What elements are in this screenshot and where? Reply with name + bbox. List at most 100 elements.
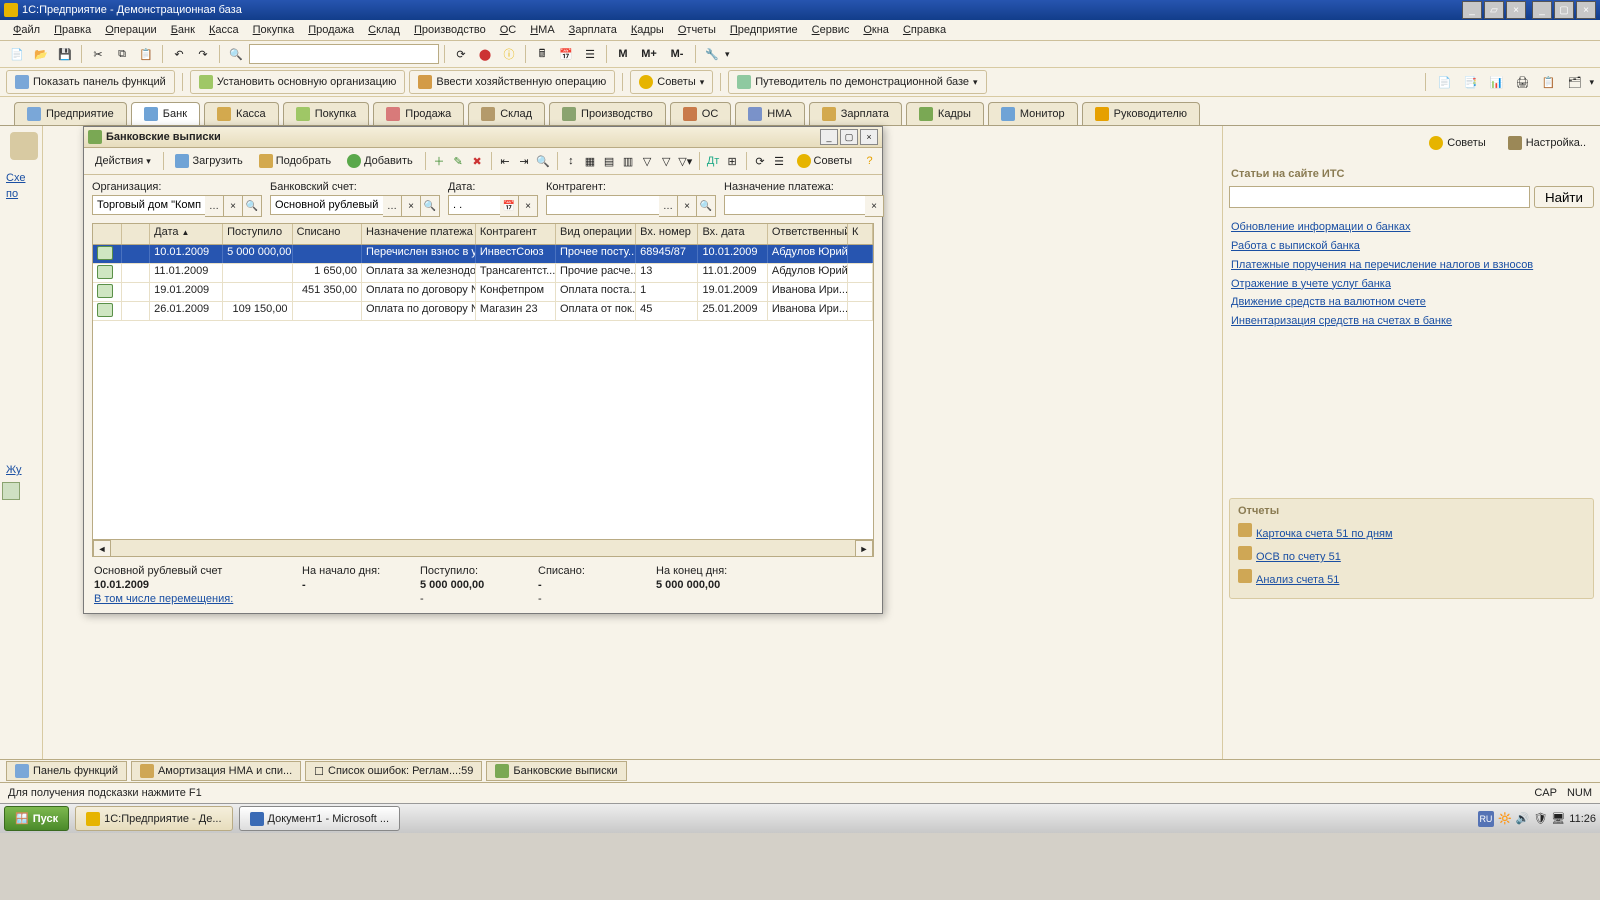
- col-4[interactable]: Списано: [293, 224, 362, 244]
- window-minimize-icon[interactable]: _: [1532, 1, 1552, 19]
- tab-зарплата[interactable]: Зарплата: [809, 102, 902, 125]
- struct-icon[interactable]: ⊞: [724, 150, 741, 172]
- pick-button[interactable]: Подобрать: [252, 150, 338, 172]
- enter-operation-button[interactable]: Ввести хозяйственную операцию: [409, 70, 615, 94]
- tab-касса[interactable]: Касса: [204, 102, 279, 125]
- menu-отчеты[interactable]: Отчеты: [671, 22, 723, 38]
- funnel2-icon[interactable]: ▽: [658, 150, 675, 172]
- actions-button[interactable]: Действия ▾: [88, 150, 158, 172]
- window-close-icon[interactable]: ×: [1576, 1, 1596, 19]
- add-button[interactable]: Добавить: [340, 150, 420, 172]
- tab-покупка[interactable]: Покупка: [283, 102, 370, 125]
- menu-операции[interactable]: Операции: [98, 22, 163, 38]
- purp-clear-icon[interactable]: ×: [865, 195, 884, 217]
- table-row[interactable]: 26.01.2009109 150,00Оплата по договору №…: [93, 302, 873, 321]
- quick5-icon[interactable]: 📋: [1537, 71, 1559, 93]
- tab-монитор[interactable]: Монитор: [988, 102, 1078, 125]
- tab-ос[interactable]: ОС: [670, 102, 732, 125]
- contr-input[interactable]: [546, 195, 659, 215]
- col-5[interactable]: Назначение платежа: [362, 224, 476, 244]
- doctab-panel[interactable]: Панель функций: [6, 761, 127, 781]
- contr-dots-icon[interactable]: …: [659, 195, 678, 217]
- tab-продажа[interactable]: Продажа: [373, 102, 464, 125]
- open-icon[interactable]: 📂: [30, 43, 52, 65]
- set-org-button[interactable]: Установить основную организацию: [190, 70, 406, 94]
- paste-icon[interactable]: 📋: [135, 43, 157, 65]
- acc-dots-icon[interactable]: …: [383, 195, 402, 217]
- dt-icon[interactable]: Дт: [705, 150, 722, 172]
- menu-продажа[interactable]: Продажа: [301, 22, 361, 38]
- col-1[interactable]: [122, 224, 151, 244]
- doctab-amort[interactable]: Амортизация НМА и спи...: [131, 761, 301, 781]
- tab-склад[interactable]: Склад: [468, 102, 545, 125]
- col-11[interactable]: К: [848, 224, 873, 244]
- report-link-0[interactable]: Карточка счета 51 по дням: [1238, 523, 1585, 542]
- doctab-errors[interactable]: ☐Список ошибок: Реглам...:59: [305, 761, 482, 781]
- side-link-po[interactable]: по: [6, 188, 40, 200]
- tab-производство[interactable]: Производство: [549, 102, 666, 125]
- tray-clock[interactable]: 11:26: [1569, 813, 1596, 825]
- grid-body[interactable]: 10.01.20095 000 000,00Перечислен взнос в…: [93, 245, 873, 539]
- acc-input[interactable]: [270, 195, 383, 215]
- tab-предприятие[interactable]: Предприятие: [14, 102, 127, 125]
- inner-min-icon[interactable]: _: [1462, 1, 1482, 19]
- tool-icon[interactable]: 🔧: [701, 43, 723, 65]
- col-6[interactable]: Контрагент: [476, 224, 556, 244]
- its-link-4[interactable]: Движение средств на валютном счете: [1231, 295, 1592, 310]
- subwin-maximize-icon[interactable]: ▢: [840, 129, 858, 145]
- inner-restore-icon[interactable]: ▱: [1484, 1, 1504, 19]
- its-link-0[interactable]: Обновление информации о банках: [1231, 220, 1592, 235]
- scroll-right-icon[interactable]: ►: [855, 540, 873, 557]
- inner-close-icon[interactable]: ×: [1506, 1, 1526, 19]
- start-button[interactable]: 🪟 Пуск: [4, 806, 69, 831]
- task-1c[interactable]: 1С:Предприятие - Де...: [75, 806, 232, 831]
- memory-mplus[interactable]: M+: [636, 43, 662, 65]
- org-input[interactable]: [92, 195, 205, 215]
- col-3[interactable]: Поступило: [223, 224, 292, 244]
- subwin-help-icon[interactable]: ?: [861, 150, 878, 172]
- col-9[interactable]: Вх. дата: [698, 224, 767, 244]
- refresh-icon[interactable]: ⟳: [450, 43, 472, 65]
- filter2-icon[interactable]: ▤: [600, 150, 617, 172]
- purp-input[interactable]: [724, 195, 865, 215]
- subwin-close-icon[interactable]: ×: [860, 129, 878, 145]
- find-icon[interactable]: 🔍: [535, 150, 552, 172]
- tray-icon-4[interactable]: 🖥: [1551, 812, 1565, 825]
- save-icon[interactable]: 💾: [54, 43, 76, 65]
- doctab-bank[interactable]: Банковские выписки: [486, 761, 626, 781]
- load-button[interactable]: Загрузить: [168, 150, 249, 172]
- calendar-icon[interactable]: 📅: [555, 43, 577, 65]
- movements-link[interactable]: В том числе перемещения:: [94, 593, 294, 605]
- quick4-icon[interactable]: 🖨: [1511, 71, 1533, 93]
- side-link-journal[interactable]: Жу: [6, 464, 40, 476]
- col-0[interactable]: [93, 224, 122, 244]
- menu-покупка[interactable]: Покупка: [246, 22, 302, 38]
- col-8[interactable]: Вх. номер: [636, 224, 698, 244]
- tray-icon-1[interactable]: 🔆: [1498, 812, 1512, 825]
- quick2-icon[interactable]: 📑: [1459, 71, 1481, 93]
- sort-icon[interactable]: ↕: [562, 150, 579, 172]
- menu-предприятие[interactable]: Предприятие: [723, 22, 805, 38]
- menu-производство[interactable]: Производство: [407, 22, 493, 38]
- redo-icon[interactable]: ↷: [192, 43, 214, 65]
- org-search-icon[interactable]: 🔍: [243, 195, 262, 217]
- search-input[interactable]: [249, 44, 439, 64]
- funnel3-icon[interactable]: ▽▾: [677, 150, 694, 172]
- quick6-icon[interactable]: 🗂: [1563, 71, 1585, 93]
- tips-button[interactable]: Советы▾: [630, 70, 713, 94]
- show-panel-button[interactable]: Показать панель функций: [6, 70, 175, 94]
- contr-clear-icon[interactable]: ×: [678, 195, 697, 217]
- menu-кадры[interactable]: Кадры: [624, 22, 671, 38]
- tab-руководителю[interactable]: Руководителю: [1082, 102, 1200, 125]
- report-link-1[interactable]: ОСВ по счету 51: [1238, 546, 1585, 565]
- task-word[interactable]: Документ1 - Microsoft ...: [239, 806, 401, 831]
- menu-справка[interactable]: Справка: [896, 22, 953, 38]
- memory-m[interactable]: M: [612, 43, 634, 65]
- contr-search-icon[interactable]: 🔍: [697, 195, 716, 217]
- filter3-icon[interactable]: ▥: [620, 150, 637, 172]
- col-7[interactable]: Вид операции: [556, 224, 636, 244]
- undo-icon[interactable]: ↶: [168, 43, 190, 65]
- search-icon[interactable]: 🔍: [225, 43, 247, 65]
- help-icon[interactable]: ⓘ: [498, 43, 520, 65]
- menu-окна[interactable]: Окна: [856, 22, 896, 38]
